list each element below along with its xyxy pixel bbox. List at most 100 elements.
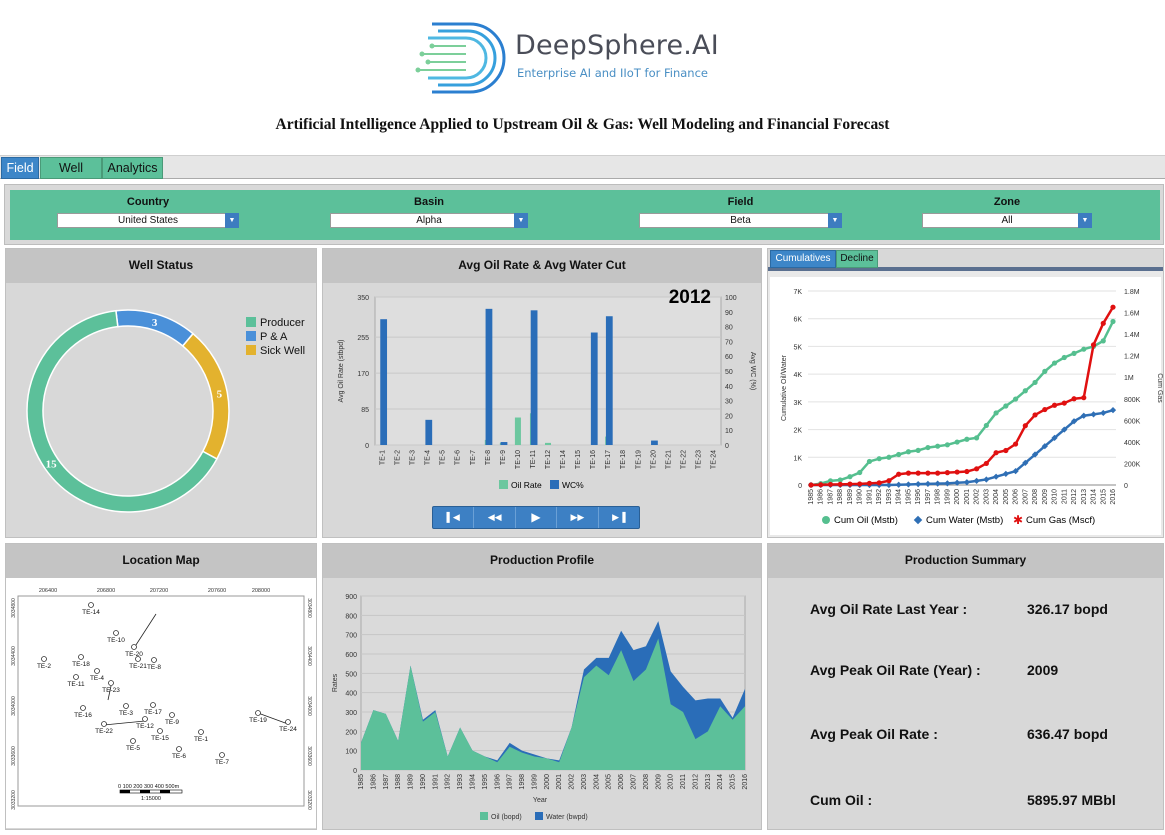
x-tick: 2009 bbox=[655, 774, 662, 790]
point-cum-water bbox=[983, 476, 990, 483]
point-cum-gas bbox=[827, 481, 834, 488]
tab-cumulatives[interactable]: Cumulatives bbox=[770, 250, 836, 268]
country-label: Country bbox=[126, 196, 170, 208]
x-tick: 1987 bbox=[827, 489, 834, 505]
x-tick: 1990 bbox=[857, 489, 864, 505]
point-cum-oil bbox=[964, 436, 970, 442]
bar-wc bbox=[590, 332, 598, 445]
bar-wc bbox=[500, 442, 508, 445]
point-cum-oil bbox=[1081, 346, 1087, 352]
dropdown-arrow-icon[interactable]: ▼ bbox=[225, 213, 239, 228]
point-cum-gas bbox=[1110, 304, 1116, 310]
point-cum-oil bbox=[993, 410, 999, 416]
y-tick-right: 80 bbox=[725, 325, 733, 332]
x-tick: 1990 bbox=[420, 774, 427, 790]
tab-field[interactable]: Field bbox=[1, 157, 39, 179]
well-marker-icon bbox=[255, 710, 261, 716]
tab-well[interactable]: Well bbox=[40, 157, 102, 179]
x-tick: 1995 bbox=[482, 774, 489, 790]
dropdown-arrow-icon[interactable]: ▼ bbox=[1078, 213, 1092, 228]
basin-label: Basin bbox=[414, 196, 444, 208]
skip-first-button[interactable]: ▌◀ bbox=[433, 507, 475, 528]
zone-select[interactable]: All ▼ bbox=[922, 213, 1092, 228]
skip-last-button[interactable]: ▶▐ bbox=[599, 507, 639, 528]
x-tick: TE-8 bbox=[485, 450, 492, 465]
point-cum-gas bbox=[866, 480, 873, 486]
point-cum-water bbox=[915, 481, 922, 488]
x-tick: 1998 bbox=[519, 774, 526, 790]
basin-select[interactable]: Alpha ▼ bbox=[330, 213, 528, 228]
x-tick: 1986 bbox=[818, 489, 825, 505]
map-y-tick: 3034000 bbox=[306, 696, 312, 716]
well-marker-icon bbox=[101, 721, 107, 727]
point-cum-water bbox=[895, 481, 902, 488]
x-tick: 2016 bbox=[1110, 489, 1117, 505]
y-axis-label-left: Avg Oil Rate (stbpd) bbox=[338, 340, 345, 403]
x-tick: TE-21 bbox=[665, 450, 672, 469]
cumulatives-panel: Cumulatives Decline 0 1K 2K 3K 4K 5K 6K 7K 0 200K… bbox=[767, 248, 1164, 538]
rewind-button[interactable]: ◀◀ bbox=[474, 507, 516, 528]
point-cum-gas bbox=[1100, 320, 1106, 326]
field-select[interactable]: Beta ▼ bbox=[639, 213, 842, 228]
tab-decline[interactable]: Decline bbox=[836, 250, 878, 268]
legend-label: Cum Gas (Mscf) bbox=[1026, 515, 1095, 526]
y-tick-left: 4K bbox=[793, 372, 802, 379]
scale-bar-segment bbox=[120, 790, 130, 793]
dropdown-arrow-icon[interactable]: ▼ bbox=[828, 213, 842, 228]
x-tick: 1992 bbox=[876, 489, 883, 505]
play-button[interactable]: ▶ bbox=[516, 507, 558, 528]
y-tick: 400 bbox=[345, 691, 357, 698]
x-tick: 2000 bbox=[954, 489, 961, 505]
location-map-panel: Location Map 206400 206800 207200 207600 208… bbox=[5, 543, 317, 830]
tab-analytics[interactable]: Analytics bbox=[102, 157, 163, 179]
x-tick: 1987 bbox=[383, 774, 390, 790]
point-cum-water bbox=[1002, 470, 1009, 478]
x-tick: 1985 bbox=[808, 489, 815, 505]
scale-label: 0 100 200 300 400 500m bbox=[118, 784, 180, 790]
map-y-tick: 3034800 bbox=[11, 598, 17, 618]
x-tick: 1993 bbox=[457, 774, 464, 790]
panel-title: Production Summary bbox=[768, 544, 1163, 578]
donut-label: 15 bbox=[46, 458, 58, 470]
legend-oil: Oil (bopd) bbox=[491, 814, 522, 821]
well-marker-icon bbox=[94, 668, 100, 674]
x-tick: 1998 bbox=[935, 489, 942, 505]
y-tick-left: 0 bbox=[798, 483, 802, 490]
y-tick-left: 5K bbox=[793, 344, 802, 351]
map-y-tick: 3034800 bbox=[306, 598, 312, 618]
country-select[interactable]: United States ▼ bbox=[57, 213, 239, 228]
x-tick: 1996 bbox=[494, 774, 501, 790]
point-cum-gas bbox=[1090, 342, 1097, 348]
brand-name: DeepSphere.AI bbox=[515, 30, 719, 61]
well-label: TE-19 bbox=[249, 717, 267, 724]
legend-pa: P & A bbox=[246, 331, 287, 343]
y-tick-right: 800K bbox=[1124, 397, 1141, 404]
x-tick: TE-7 bbox=[470, 450, 477, 465]
x-tick: TE-11 bbox=[530, 450, 537, 469]
x-tick: 1999 bbox=[944, 489, 951, 505]
dropdown-arrow-icon[interactable]: ▼ bbox=[514, 213, 528, 228]
point-cum-water bbox=[944, 480, 951, 487]
point-cum-gas bbox=[1022, 423, 1028, 429]
well-label: TE-23 bbox=[102, 687, 120, 694]
y-tick-right: 0 bbox=[1124, 483, 1128, 490]
x-tick: TE-9 bbox=[500, 450, 507, 465]
x-tick: TE-20 bbox=[650, 450, 657, 469]
y-tick-right: 20 bbox=[725, 413, 733, 420]
well-marker-icon bbox=[78, 654, 84, 660]
legend-swatch-oil bbox=[480, 812, 488, 820]
x-tick: 2007 bbox=[631, 774, 638, 790]
y-tick-right: 400K bbox=[1124, 440, 1141, 447]
legend-label: Cum Water (Mstb) bbox=[926, 515, 1003, 526]
y-tick-right: 60 bbox=[725, 354, 733, 361]
legend-swatch-oil-rate bbox=[499, 480, 508, 489]
fast-forward-button[interactable]: ▶▶ bbox=[557, 507, 599, 528]
summary-label-peak-year: Avg Peak Oil Rate (Year) : bbox=[810, 662, 981, 678]
point-cum-water bbox=[992, 473, 1000, 480]
x-tick: TE-3 bbox=[410, 450, 417, 465]
map-x-tick: 206400 bbox=[39, 588, 57, 594]
point-cum-oil bbox=[915, 447, 921, 453]
well-marker-icon bbox=[131, 644, 137, 650]
x-tick: 1997 bbox=[507, 774, 514, 790]
point-cum-gas bbox=[896, 471, 902, 477]
